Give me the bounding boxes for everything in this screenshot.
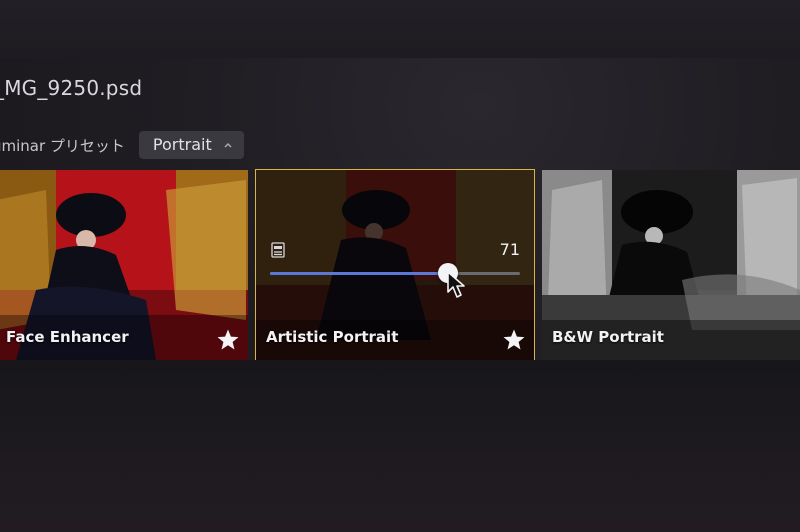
top-panel bbox=[0, 0, 800, 58]
preset-label: uminar プリセット bbox=[0, 136, 125, 155]
preset-card-label: B&W Portrait bbox=[552, 328, 664, 346]
slider-track[interactable] bbox=[270, 272, 520, 275]
preset-card-face-enhancer[interactable]: Face Enhancer bbox=[0, 170, 248, 360]
preset-category-value: Portrait bbox=[152, 135, 212, 154]
preset-card-label: Artistic Portrait bbox=[266, 328, 399, 346]
luminar-plugin-window: _MG_9250.psd uminar プリセット Portrait Face … bbox=[0, 0, 800, 532]
preset-category-dropdown[interactable]: Portrait bbox=[138, 131, 244, 159]
preset-card-label: Face Enhancer bbox=[6, 328, 129, 346]
preset-card-artistic-portrait[interactable]: 71 Artistic Portrait bbox=[255, 169, 535, 361]
preset-toolbar: uminar プリセット Portrait bbox=[0, 130, 244, 160]
amount-value: 71 bbox=[499, 240, 520, 259]
empty-panel-area bbox=[0, 360, 800, 532]
amount-slider[interactable]: 71 bbox=[270, 240, 520, 283]
star-icon[interactable] bbox=[216, 328, 240, 352]
amount-slider-icon bbox=[271, 242, 285, 258]
file-name: _MG_9250.psd bbox=[0, 76, 143, 100]
chevron-up-icon bbox=[224, 142, 232, 148]
mouse-cursor-icon bbox=[447, 271, 465, 298]
star-icon[interactable] bbox=[502, 328, 526, 352]
preset-card-bw-portrait[interactable]: B&W Portrait bbox=[542, 170, 800, 360]
slider-track-fill bbox=[270, 272, 448, 275]
